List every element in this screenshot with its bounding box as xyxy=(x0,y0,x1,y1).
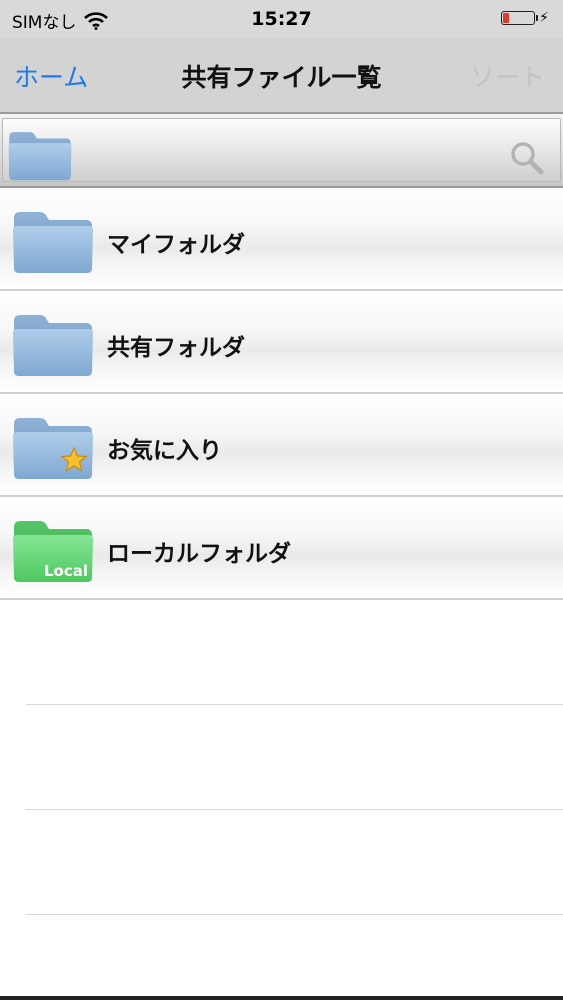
status-bar: SIMなし 15:27 ⚡ xyxy=(0,0,563,38)
list-item-label: マイフォルダ xyxy=(107,232,245,258)
list-item-my-folder[interactable]: マイフォルダ xyxy=(0,188,563,291)
home-back-button[interactable]: ホーム xyxy=(14,58,88,94)
folder-icon xyxy=(13,315,93,376)
list-item-label: 共有フォルダ xyxy=(107,335,245,361)
local-badge: Local xyxy=(44,562,88,580)
charging-bolt-icon: ⚡ xyxy=(539,10,549,26)
empty-row xyxy=(26,705,563,810)
search-icon[interactable] xyxy=(510,141,544,175)
list-item-shared-folder[interactable]: 共有フォルダ xyxy=(0,291,563,394)
battery-level xyxy=(503,13,510,23)
list-item-local-folder[interactable]: Local ローカルフォルダ xyxy=(0,497,563,600)
search-field[interactable] xyxy=(2,118,561,182)
battery-icon xyxy=(501,11,539,25)
empty-row xyxy=(26,600,563,705)
search-bar xyxy=(0,112,563,188)
navigation-bar: ホーム 共有ファイル一覧 ソート xyxy=(0,38,563,112)
list-item-label: お気に入り xyxy=(107,438,222,464)
battery-indicator: ⚡ xyxy=(501,10,549,26)
empty-row xyxy=(26,810,563,915)
bottom-edge xyxy=(0,996,563,1000)
list-item-label: ローカルフォルダ xyxy=(107,541,291,567)
sort-button[interactable]: ソート xyxy=(470,58,545,94)
folder-list: マイフォルダ 共有フォルダ お気に入り Local ローカルフォルダ xyxy=(0,188,563,915)
status-time: 15:27 xyxy=(251,8,312,30)
favorite-folder-icon xyxy=(13,418,93,479)
folder-icon xyxy=(13,212,93,273)
list-item-favorites[interactable]: お気に入り xyxy=(0,394,563,497)
folder-icon xyxy=(8,132,72,181)
local-folder-icon: Local xyxy=(13,521,93,582)
